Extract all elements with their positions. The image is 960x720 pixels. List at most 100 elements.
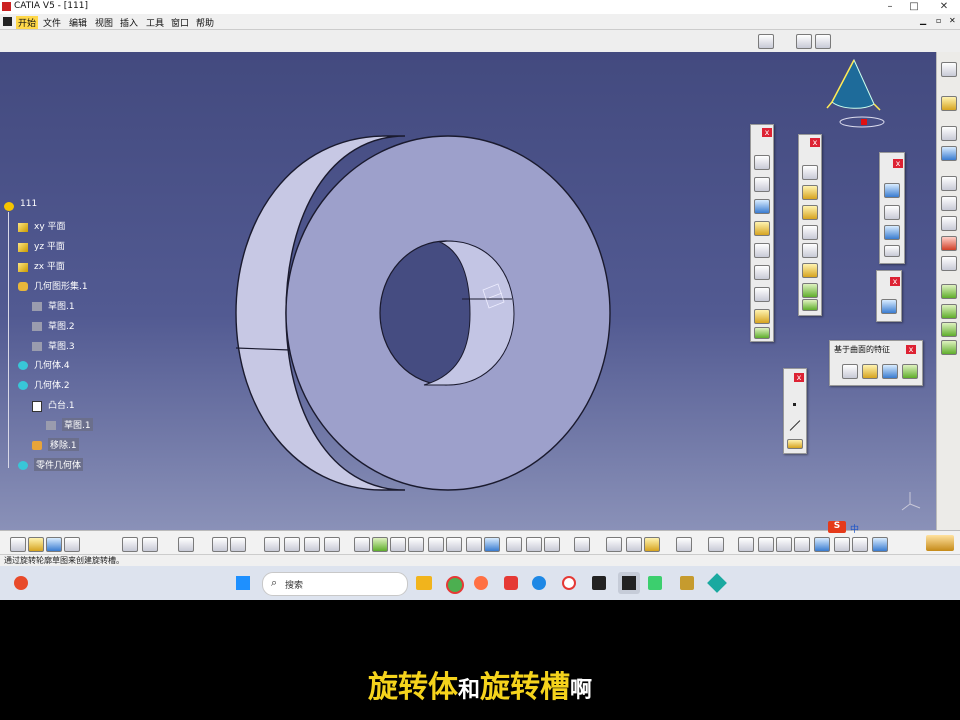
close-icon[interactable]: x [794, 373, 804, 382]
scan-icon[interactable] [324, 537, 340, 552]
tree-item-remove-1[interactable]: 移除.1 [48, 438, 79, 451]
snap-icon[interactable] [574, 537, 590, 552]
rotate-icon[interactable] [408, 537, 424, 552]
stiffener-tool-icon[interactable] [754, 309, 770, 324]
close-icon[interactable]: x [893, 159, 903, 168]
part-body-icon[interactable] [18, 461, 28, 470]
pocket-tool-icon[interactable] [754, 177, 770, 192]
tree-item-pad-1[interactable]: 凸台.1 [48, 398, 75, 411]
apply-material-icon[interactable] [941, 216, 957, 231]
swap-space-icon[interactable] [544, 537, 560, 552]
part-icon[interactable] [4, 202, 14, 211]
close-icon[interactable]: x [890, 277, 900, 286]
tree-item-body-2[interactable]: 几何体.2 [34, 378, 70, 391]
menu-insert[interactable]: 插入 [120, 16, 138, 29]
ring-model[interactable] [0, 52, 936, 530]
section-icon[interactable] [708, 537, 724, 552]
file-explorer-icon[interactable] [416, 576, 432, 590]
replace-face-tool-icon[interactable] [802, 299, 818, 311]
tree-item-sketch-2[interactable]: 草图.2 [48, 319, 75, 332]
closesurface-tool-icon[interactable] [882, 364, 898, 379]
3d-viewport[interactable]: 111 xy 平面 yz 平面 zx 平面 几何图形集.1 草图.1 草图.2 … [0, 52, 936, 530]
terminal-icon[interactable] [592, 576, 606, 590]
mirror-tool-icon[interactable] [884, 205, 900, 220]
sketch-edit-icon[interactable] [796, 34, 812, 49]
close-icon[interactable]: x [762, 128, 772, 137]
remove-icon[interactable] [32, 441, 42, 450]
boolean-add-icon[interactable] [941, 284, 957, 299]
catia-taskbar-active[interactable] [618, 572, 640, 594]
menu-window[interactable]: 窗口 [171, 16, 189, 29]
render-icon[interactable] [676, 537, 692, 552]
new-file-icon[interactable] [10, 537, 26, 552]
pad-icon[interactable] [32, 401, 42, 412]
print-icon[interactable] [64, 537, 80, 552]
sogou-ime-icon[interactable]: S [828, 521, 846, 533]
pan-icon[interactable] [390, 537, 406, 552]
close-icon[interactable]: x [906, 345, 916, 354]
draft-tool-icon[interactable] [802, 205, 818, 220]
shaft-tool-icon[interactable] [754, 199, 770, 214]
clash-icon[interactable] [776, 537, 792, 552]
thicksurface-tool-icon[interactable] [862, 364, 878, 379]
inertia-icon[interactable] [941, 196, 957, 211]
close-icon[interactable]: x [810, 138, 820, 147]
menu-file[interactable]: 文件 [43, 16, 61, 29]
pattern-tool-icon[interactable] [884, 225, 900, 240]
plane-tool-icon[interactable] [787, 439, 803, 449]
document-icon[interactable] [3, 17, 12, 26]
measure-icon[interactable] [941, 176, 957, 191]
zoom-out-icon[interactable] [446, 537, 462, 552]
part-design-icon[interactable] [941, 146, 957, 161]
boolean-intersect-icon[interactable] [941, 322, 957, 337]
iso-view-icon[interactable] [484, 537, 500, 552]
fly-mode-icon[interactable] [354, 537, 370, 552]
menu-help[interactable]: 帮助 [196, 16, 214, 29]
remove-face-tool-icon[interactable] [802, 283, 818, 298]
whats-this-icon[interactable] [178, 537, 194, 552]
tree-item-yz-plane[interactable]: yz 平面 [34, 239, 65, 252]
publish-icon[interactable] [872, 537, 888, 552]
scaling-tool-icon[interactable] [884, 245, 900, 257]
tree-item-sketch-1[interactable]: 草图.1 [48, 299, 75, 312]
ime-mode-label[interactable]: 中 [850, 522, 859, 535]
axis-system-icon[interactable] [284, 537, 300, 552]
normal-view-icon[interactable] [466, 537, 482, 552]
body-icon[interactable] [18, 381, 28, 390]
fillet-tool-icon[interactable] [802, 165, 818, 180]
menu-tools[interactable]: 工具 [146, 16, 164, 29]
menu-start[interactable]: 开始 [16, 16, 39, 29]
select-cursor-icon[interactable] [941, 96, 957, 111]
formula-icon[interactable] [212, 537, 228, 552]
zoom-in-icon[interactable] [428, 537, 444, 552]
annotation-icon[interactable] [738, 537, 754, 552]
sketch-icon[interactable] [32, 302, 42, 311]
translation-tool-icon[interactable] [884, 183, 900, 198]
app-diamond-icon[interactable] [707, 573, 727, 593]
firefox-icon[interactable] [474, 576, 488, 590]
groove-tool-icon[interactable] [754, 221, 770, 236]
split-tool-icon[interactable] [842, 364, 858, 379]
sketcher-icon[interactable] [941, 126, 957, 141]
tree-item-part-body[interactable]: 零件几何体 [34, 458, 84, 471]
loft-tool-icon[interactable] [754, 327, 770, 339]
update-icon[interactable] [264, 537, 280, 552]
shading-icon[interactable] [506, 537, 522, 552]
tree-item-zx-plane[interactable]: zx 平面 [34, 259, 65, 272]
constraint-icon[interactable] [941, 256, 957, 271]
thick-surface-tool-icon[interactable] [881, 299, 897, 314]
knowledge-icon[interactable] [230, 537, 246, 552]
tree-item-sketch-1-nested[interactable]: 草图.1 [62, 418, 93, 431]
windows-start-icon[interactable] [236, 576, 250, 590]
open-file-icon[interactable] [28, 537, 44, 552]
insert-body-icon[interactable] [834, 537, 850, 552]
analysis-icon[interactable] [941, 236, 957, 251]
maximize-button[interactable]: □ [900, 0, 928, 14]
chrome-icon[interactable] [446, 576, 464, 594]
define-work-object-icon[interactable] [852, 537, 868, 552]
hole-tool-icon[interactable] [754, 243, 770, 258]
tree-item-body-4[interactable]: 几何体.4 [34, 358, 70, 371]
tree-item-xy-plane[interactable]: xy 平面 [34, 219, 66, 232]
sketch-icon[interactable] [46, 421, 56, 430]
capture-icon[interactable] [758, 537, 774, 552]
